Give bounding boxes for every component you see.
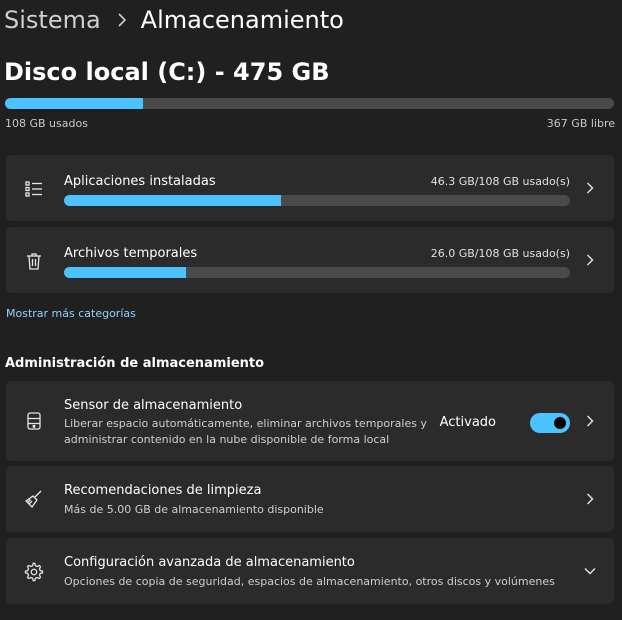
page-title: Almacenamiento: [140, 6, 344, 34]
category-apps-bar-fill: [64, 195, 282, 206]
disk-usage-bar: [5, 98, 614, 109]
chevron-right-icon: [584, 254, 596, 266]
storage-sensor-title: Sensor de almacenamiento: [64, 398, 243, 413]
advanced-storage-settings-desc: Opciones de copia de seguridad, espacios…: [64, 575, 555, 588]
category-temp-bar-fill: [64, 267, 186, 278]
trash-icon: [23, 250, 45, 272]
chevron-right-icon: [584, 182, 596, 194]
toggle-knob: [554, 417, 566, 429]
storage-sensor-card[interactable]: Sensor de almacenamiento Liberar espacio…: [6, 381, 614, 461]
category-temp-bar: [64, 267, 570, 278]
cleanup-recommendations-title: Recomendaciones de limpieza: [64, 483, 262, 498]
list-icon: [23, 178, 45, 200]
chevron-right-icon: [117, 13, 127, 27]
chevron-right-icon: [584, 493, 596, 505]
advanced-storage-settings-card[interactable]: Configuración avanzada de almacenamiento…: [6, 538, 614, 604]
advanced-storage-settings-title: Configuración avanzada de almacenamiento: [64, 555, 355, 570]
gear-icon: [23, 561, 45, 583]
chevron-right-icon: [584, 415, 596, 427]
cleanup-recommendations-desc: Más de 5.00 GB de almacenamiento disponi…: [64, 503, 324, 516]
show-more-categories-link[interactable]: Mostrar más categorías: [6, 307, 136, 320]
disk-free-label: 367 GB libre: [546, 117, 615, 130]
storage-sensor-desc-line1: Liberar espacio automáticamente, elimina…: [64, 417, 427, 430]
category-apps[interactable]: Aplicaciones instaladas 46.3 GB/108 GB u…: [6, 155, 614, 221]
server-icon: [23, 410, 45, 432]
category-temp-title: Archivos temporales: [64, 246, 198, 261]
disk-usage-fill: [5, 98, 144, 109]
cleanup-recommendations-card[interactable]: Recomendaciones de limpieza Más de 5.00 …: [6, 466, 614, 532]
storage-sensor-toggle-label: Activado: [439, 415, 496, 430]
chevron-down-icon: [584, 565, 596, 577]
breadcrumb: Sistema Almacenamiento: [4, 2, 344, 38]
category-apps-usage: 46.3 GB/108 GB usado(s): [430, 175, 570, 188]
disk-used-label: 108 GB usados: [5, 117, 88, 130]
broom-icon: [23, 488, 45, 510]
section-heading: Administración de almacenamiento: [5, 356, 265, 371]
breadcrumb-sistema[interactable]: Sistema: [4, 6, 101, 34]
category-temp-usage: 26.0 GB/108 GB usado(s): [430, 247, 570, 260]
storage-sensor-desc-line2: administrar contenido en la nube disponi…: [64, 433, 390, 446]
disk-title: Disco local (C:) - 475 GB: [4, 58, 330, 86]
category-temp[interactable]: Archivos temporales 26.0 GB/108 GB usado…: [6, 227, 614, 293]
category-apps-title: Aplicaciones instaladas: [64, 174, 216, 189]
category-apps-bar: [64, 195, 570, 206]
storage-sensor-toggle[interactable]: [530, 413, 570, 433]
